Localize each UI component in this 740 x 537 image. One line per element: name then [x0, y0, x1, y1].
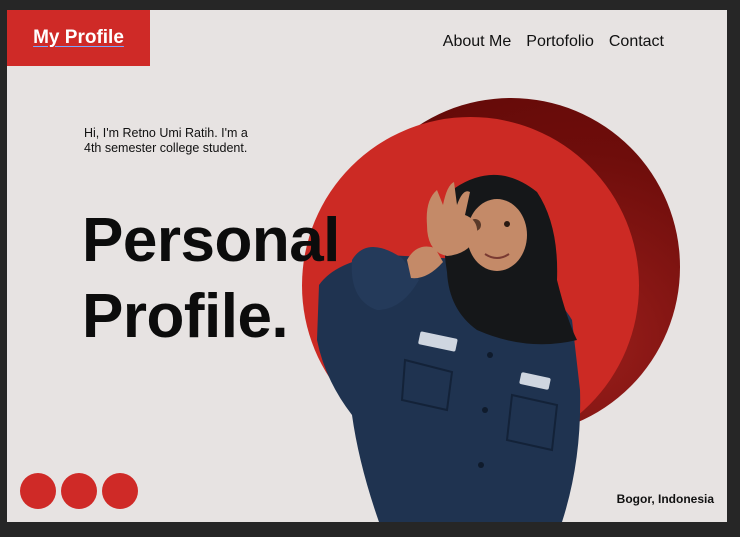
dot-3[interactable] [102, 473, 138, 509]
logo-text[interactable]: My Profile [33, 27, 124, 49]
dot-2[interactable] [61, 473, 97, 509]
profile-page: My Profile About Me Portofolio Contact H… [7, 10, 727, 522]
page-title: Personal Profile. [82, 203, 340, 355]
top-nav: About Me Portofolio Contact [443, 33, 664, 51]
title-line-2: Profile. [82, 282, 289, 351]
decorative-circle-red [302, 117, 639, 454]
logo-block[interactable]: My Profile [7, 10, 150, 66]
nav-portofolio[interactable]: Portofolio [526, 33, 594, 51]
dot-1[interactable] [20, 473, 56, 509]
nav-about-me[interactable]: About Me [443, 33, 511, 51]
pagination-dots [20, 473, 138, 509]
intro-text: Hi, I'm Retno Umi Ratih. I'm a 4th semes… [84, 126, 248, 155]
nav-contact[interactable]: Contact [609, 33, 664, 51]
location-text: Bogor, Indonesia [616, 492, 714, 506]
title-line-1: Personal [82, 206, 340, 275]
